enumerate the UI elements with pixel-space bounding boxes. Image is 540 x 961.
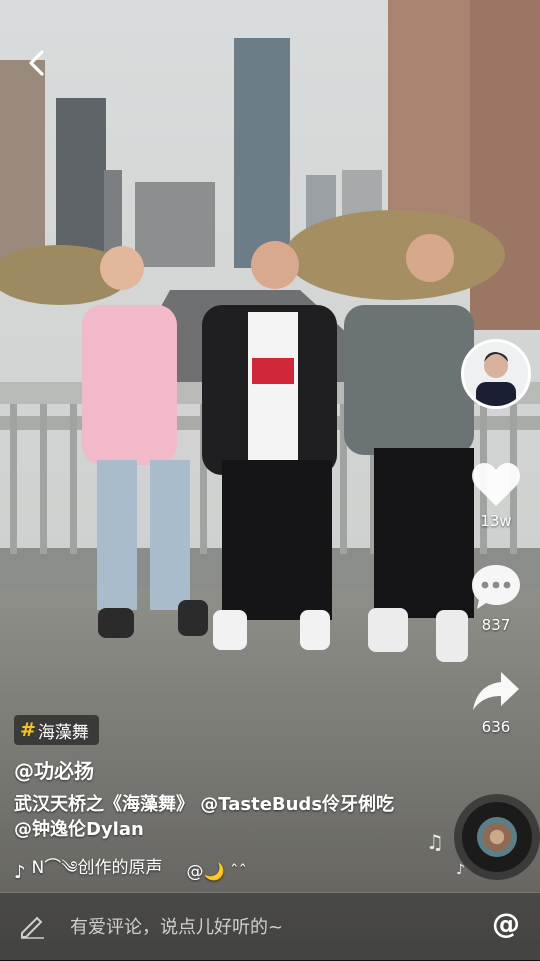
hashtag-label: 海藻舞 — [37, 722, 89, 743]
mention-button[interactable]: @ — [492, 907, 520, 940]
pen-icon — [21, 916, 44, 939]
avatar-image — [464, 342, 528, 406]
music-info[interactable]: ♪ N⌒༄创作的原声 @🌙 ˆˆ — [14, 848, 247, 896]
music-note-icon: ♫ — [426, 830, 444, 854]
comment-bar: @ — [0, 892, 540, 961]
video-caption: 武汉天桥之《海藻舞》 @TasteBuds伶牙俐吃 @钟逸伦Dylan — [14, 794, 395, 840]
music-note-icon: ♪ — [456, 862, 465, 878]
hashtag-badge[interactable]: # 海藻舞 — [14, 715, 99, 745]
comment-count: 837 — [481, 616, 511, 634]
back-button[interactable] — [22, 48, 52, 78]
heart-icon — [472, 463, 520, 506]
creator-avatar[interactable] — [461, 339, 531, 409]
chevron-left-icon — [29, 50, 44, 76]
comment-button[interactable]: 837 — [466, 562, 526, 634]
like-button[interactable]: 13w — [466, 460, 526, 530]
share-button[interactable]: 636 — [466, 670, 526, 736]
tiktok-logo-icon: ♪ — [14, 861, 26, 883]
author-handle[interactable]: @功必扬 — [14, 755, 94, 784]
music-label: N⌒༄创作的原声 — [31, 858, 163, 878]
share-count: 636 — [481, 718, 511, 736]
music-mention: @🌙 ˆˆ — [186, 862, 248, 882]
share-arrow-icon — [473, 672, 519, 710]
like-count: 13w — [480, 512, 512, 530]
disc-cover — [477, 817, 517, 857]
comment-input[interactable] — [68, 912, 432, 942]
hashtag-symbol: # — [20, 719, 36, 741]
speech-bubble-icon — [472, 565, 520, 609]
music-disc[interactable] — [462, 802, 532, 872]
